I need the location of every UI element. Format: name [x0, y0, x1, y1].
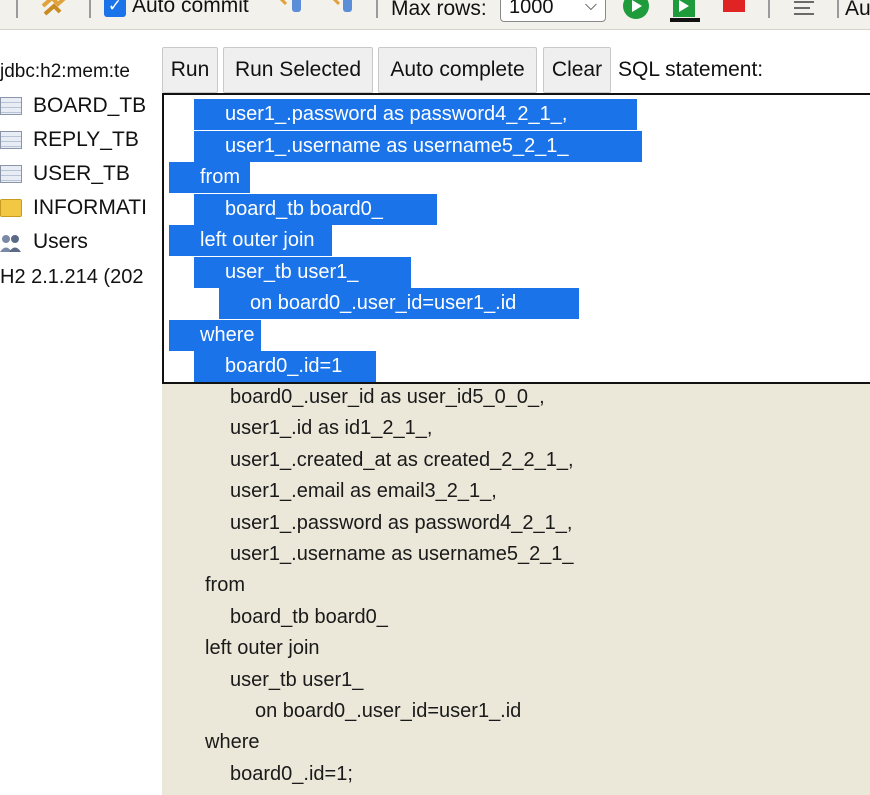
- toolbar-separator: [376, 0, 378, 18]
- tree-item-label: Users: [33, 230, 88, 253]
- folder-icon: [0, 199, 22, 217]
- tree-item-user-tb[interactable]: USER_TB: [0, 162, 130, 186]
- tree-item-label: BOARD_TB: [33, 94, 147, 117]
- sql-line: board0_.id=1;: [230, 762, 353, 785]
- sql-line: user1_.email as email3_2_1_,: [230, 480, 497, 503]
- stop-icon[interactable]: [723, 0, 745, 20]
- sql-line: left outer join: [205, 637, 320, 660]
- sql-editor[interactable]: [162, 380, 870, 795]
- sql-selection-popup[interactable]: user1_.password as password4_2_1_, user1_…: [162, 93, 870, 384]
- tree-item-information-schema[interactable]: INFORMATI: [0, 196, 147, 220]
- tree-item-users[interactable]: Users: [0, 230, 88, 254]
- selected-sql-line: user_tb user1_: [194, 257, 411, 288]
- h2-console: ✓ Auto commit Max rows: 1000 ⌵ Au jdbc:h…: [0, 0, 870, 795]
- tree-item-reply-tb[interactable]: REPLY_TB: [0, 128, 139, 152]
- max-rows-value: 1000: [509, 0, 554, 18]
- rollback-icon[interactable]: [276, 0, 306, 22]
- selected-sql-line: on board0_.user_id=user1_.id: [219, 288, 579, 319]
- sql-line: where: [205, 731, 260, 754]
- checkbox-checked-icon: ✓: [104, 0, 126, 17]
- selected-sql-line: board0_.id=1: [194, 351, 376, 382]
- selected-sql-line: where: [169, 320, 261, 351]
- toolbar: ✓ Auto commit Max rows: 1000 ⌵ Au: [0, 0, 870, 30]
- history-icon[interactable]: [792, 0, 818, 26]
- run-script-icon[interactable]: [670, 0, 700, 28]
- tree-item-label: INFORMATI: [33, 196, 147, 219]
- version-label: H2 2.1.214 (202: [0, 266, 144, 288]
- tree-item-board-tb[interactable]: BOARD_TB: [0, 94, 146, 118]
- sql-line: user1_.password as password4_2_1_,: [230, 511, 573, 534]
- sql-line: user1_.username as username5_2_1_: [230, 543, 574, 565]
- sql-line: board0_.user_id as user_id5_0_0_,: [230, 386, 545, 408]
- commit-icon[interactable]: [331, 0, 361, 22]
- sql-line: board_tb board0_: [230, 605, 388, 628]
- selected-sql-line: left outer join: [169, 225, 332, 256]
- selected-sql-line: user1_.password as password4_2_1_,: [194, 99, 637, 130]
- table-icon: [0, 97, 22, 115]
- selected-sql-line: from: [169, 162, 250, 193]
- chevron-down-icon: ⌵: [584, 0, 597, 14]
- connection-url[interactable]: jdbc:h2:mem:te: [0, 61, 130, 83]
- sql-statement-label: SQL statement:: [618, 58, 764, 81]
- refresh-icon[interactable]: [40, 0, 70, 22]
- run-selected-button[interactable]: Run Selected: [223, 47, 373, 93]
- table-icon: [0, 131, 22, 149]
- auto-complete-button[interactable]: Auto complete: [378, 47, 537, 93]
- max-rows-select[interactable]: 1000 ⌵: [500, 0, 606, 22]
- sql-line: user1_.created_at as created_2_2_1_,: [230, 448, 574, 471]
- clear-button[interactable]: Clear: [543, 47, 611, 93]
- table-icon: [0, 165, 22, 183]
- sql-line: user_tb user1_: [230, 668, 364, 691]
- users-icon: [0, 233, 22, 252]
- max-rows-label: Max rows:: [391, 0, 487, 20]
- sql-line: on board0_.user_id=user1_.id: [255, 700, 522, 722]
- auto-commit-checkbox[interactable]: ✓ Auto commit: [104, 0, 249, 18]
- run-button[interactable]: Run: [162, 47, 218, 93]
- toolbar-separator: [16, 0, 18, 18]
- run-icon[interactable]: [622, 0, 650, 26]
- truncated-toolbar-label: Au: [845, 0, 870, 20]
- tree-item-label: USER_TB: [33, 162, 130, 185]
- toolbar-separator: [89, 0, 91, 18]
- sql-line: user1_.id as id1_2_1_,: [230, 417, 433, 440]
- toolbar-separator: [837, 0, 839, 18]
- selected-sql-line: board_tb board0_: [194, 194, 437, 225]
- selected-sql-line: user1_.username as username5_2_1_: [194, 131, 642, 162]
- auto-commit-label: Auto commit: [132, 0, 249, 17]
- tree-item-label: REPLY_TB: [33, 128, 139, 151]
- sql-line: from: [205, 574, 245, 597]
- toolbar-separator: [768, 0, 770, 18]
